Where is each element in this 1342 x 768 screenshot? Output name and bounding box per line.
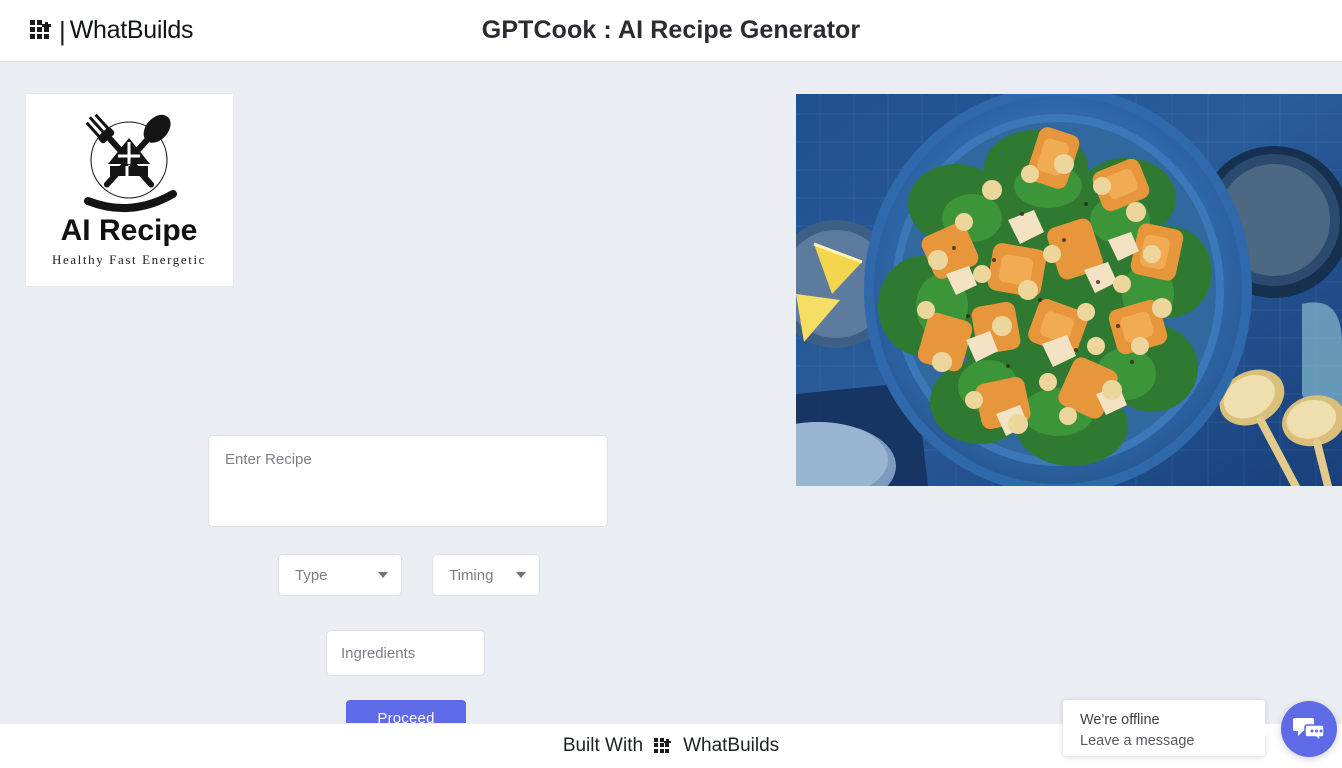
- type-select-label: Type: [295, 566, 328, 584]
- hero-food-photo: [796, 94, 1342, 486]
- footer-brand-name: WhatBuilds: [683, 735, 780, 756]
- chat-bubbles-icon: [1293, 718, 1325, 743]
- app-header: | WhatBuilds GPTCook : AI Recipe Generat…: [0, 0, 1342, 62]
- timing-select-label: Timing: [449, 566, 494, 584]
- main-content: AI Recipe Healthy Fast Energetic Enter R…: [0, 62, 1342, 736]
- recipe-input[interactable]: [208, 435, 608, 527]
- chat-launcher-button[interactable]: [1281, 701, 1337, 757]
- footer-brand[interactable]: Built With WhatBuilds: [563, 735, 779, 757]
- logo-tagline: Healthy Fast Energetic: [52, 252, 206, 267]
- ingredients-input[interactable]: [326, 630, 485, 676]
- grid-dots-logo-icon: [654, 737, 672, 755]
- chevron-down-icon: [516, 572, 526, 578]
- chat-offline-tooltip[interactable]: We're offline Leave a message: [1063, 700, 1273, 756]
- timing-select[interactable]: Timing: [432, 554, 540, 596]
- chat-action-text: Leave a message: [1080, 733, 1195, 750]
- fork-spoon-crossed-logo-icon: AI Recipe Healthy Fast Energetic: [26, 94, 233, 286]
- built-with-label: Built With: [562, 735, 644, 756]
- select-row: Type Timing: [278, 554, 728, 596]
- chat-status-text: We're offline: [1080, 712, 1160, 728]
- chevron-down-icon: [378, 572, 388, 578]
- ai-recipe-logo-card: AI Recipe Healthy Fast Energetic: [26, 94, 233, 286]
- logo-title: AI Recipe: [61, 214, 198, 247]
- page-title: GPTCook : AI Recipe Generator: [481, 16, 861, 44]
- recipe-form: Type Timing Proceed: [208, 435, 728, 736]
- type-select[interactable]: Type: [278, 554, 402, 596]
- ingredients-row: [326, 630, 728, 676]
